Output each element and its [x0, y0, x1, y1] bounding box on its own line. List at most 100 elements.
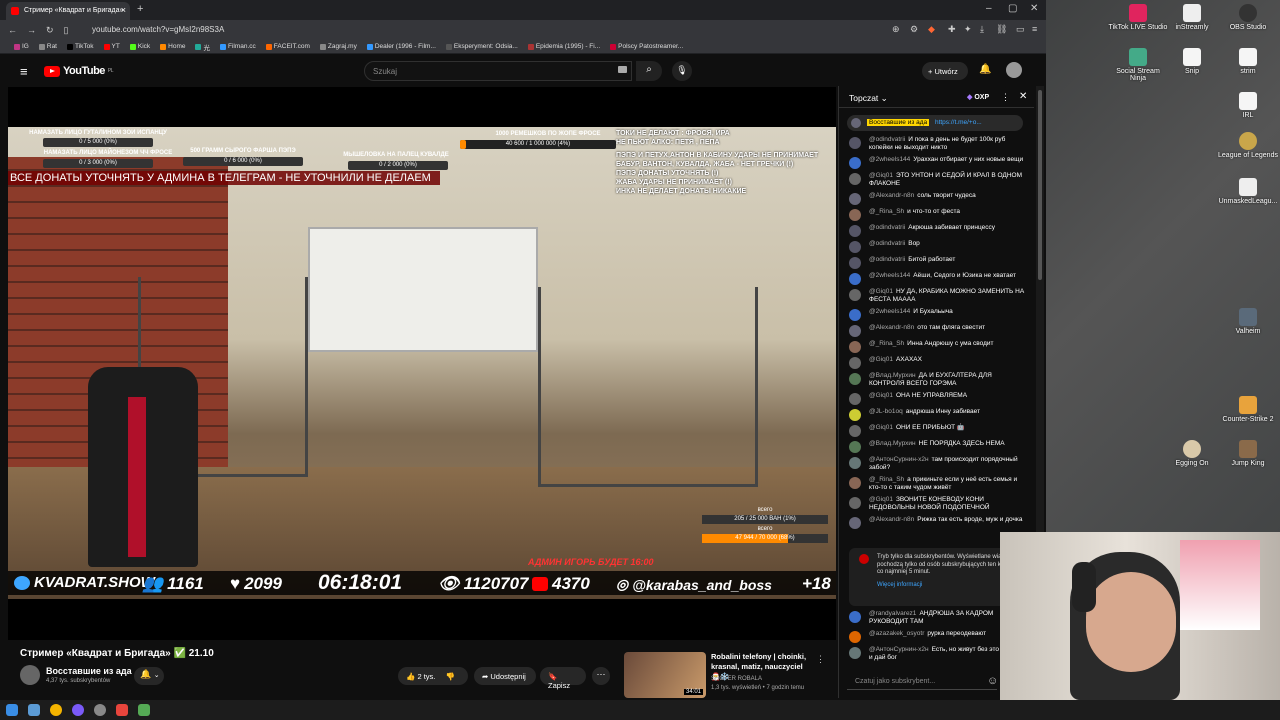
desktop-icon-unmasked[interactable]: UnmaskedLeagu...: [1218, 178, 1278, 205]
recommended-video[interactable]: 34:01 Robalini telefony | choinki, krasn…: [624, 652, 825, 698]
extension-icon[interactable]: ⚙: [910, 24, 918, 35]
bookmark-item[interactable]: IG: [14, 43, 29, 50]
avatar[interactable]: [849, 647, 861, 659]
back-icon[interactable]: ←: [8, 25, 17, 35]
avatar[interactable]: [849, 193, 861, 205]
chat-author[interactable]: @azazakek_osyotr: [869, 630, 924, 637]
avatar[interactable]: [849, 611, 861, 623]
extension-icon[interactable]: ⊕: [892, 24, 900, 35]
bookmark-item[interactable]: Epidemia (1995) - Fi...: [527, 43, 600, 50]
avatar[interactable]: [849, 157, 861, 169]
avatar[interactable]: [849, 209, 861, 221]
more-actions-button[interactable]: ⋯: [592, 667, 610, 685]
chat-author[interactable]: @_Rina_Sh: [869, 340, 904, 347]
chat-author[interactable]: @odindvatrii: [869, 136, 905, 143]
emoji-icon[interactable]: ☺: [987, 675, 998, 687]
obs-icon[interactable]: [94, 704, 106, 716]
like-button[interactable]: 👍 2 tys.: [406, 672, 435, 681]
close-tab-icon[interactable]: ×: [121, 5, 126, 15]
desktop-icon-instreamly[interactable]: inStreamly: [1162, 4, 1222, 31]
chat-author[interactable]: @randyalvarez1: [869, 610, 916, 617]
chat-author[interactable]: @Alexandr-n8n: [869, 516, 914, 523]
avatar[interactable]: [849, 325, 861, 337]
avatar[interactable]: [849, 441, 861, 453]
avatar[interactable]: [849, 393, 861, 405]
taskbar-app-icon[interactable]: [138, 704, 150, 716]
bookmark-item[interactable]: 光: [195, 42, 210, 52]
channel-avatar[interactable]: [20, 665, 40, 685]
desktop-icon-snip[interactable]: Snip: [1162, 48, 1222, 75]
bookmark-item[interactable]: TikTok: [67, 43, 94, 50]
wallet-icon[interactable]: ▭: [1016, 24, 1025, 35]
kebab-menu-icon[interactable]: ⋮: [1001, 92, 1010, 103]
oxp-badge[interactable]: ◆ OXP: [967, 93, 989, 101]
puzzle-icon[interactable]: ✦: [964, 24, 972, 35]
keyboard-icon[interactable]: [618, 66, 627, 73]
desktop-icon-irl[interactable]: IRL: [1218, 92, 1278, 119]
chat-author[interactable]: @JL-bo1oq: [869, 408, 903, 415]
url-field[interactable]: youtube.com/watch?v=gMsI2n98S3A: [92, 25, 224, 34]
channel-name[interactable]: Восставшие из ада: [46, 666, 132, 676]
close-icon[interactable]: ✕: [1019, 91, 1027, 102]
account-avatar[interactable]: [1006, 62, 1022, 78]
chat-author[interactable]: @2wheels144: [869, 272, 910, 279]
desktop-icon-strim[interactable]: strim: [1218, 48, 1278, 75]
chat-author[interactable]: @АнтонСурнин-х2н: [869, 456, 929, 463]
chat-mode-dropdown[interactable]: Topczat ⌄: [849, 93, 888, 104]
avatar[interactable]: [849, 309, 861, 321]
avatar[interactable]: [849, 631, 861, 643]
brave-icon[interactable]: [116, 704, 128, 716]
chat-author[interactable]: @Giq01: [869, 392, 893, 399]
avatar[interactable]: [849, 373, 861, 385]
bookmark-item[interactable]: Eksperyment: Odsia...: [445, 43, 518, 50]
chat-author[interactable]: @Giq01: [869, 288, 893, 295]
brave-shield-icon[interactable]: ◆: [928, 24, 935, 35]
bookmark-item[interactable]: Zagraj.my: [319, 43, 357, 50]
youtube-logo[interactable]: YouTube PL: [44, 65, 114, 77]
voice-search-button[interactable]: 🎙: [672, 61, 692, 81]
chat-author[interactable]: @Giq01: [869, 496, 893, 503]
scrollbar-thumb[interactable]: [1038, 90, 1042, 280]
chat-author[interactable]: @АнтонСурнин-х2н: [869, 646, 929, 653]
avatar[interactable]: [849, 225, 861, 237]
bookmark-item[interactable]: Polscy Patostreamer...: [610, 43, 683, 50]
bookmark-item[interactable]: FACEIT.com: [265, 43, 310, 50]
recommended-channel[interactable]: SHOTER ROBALA: [711, 676, 762, 682]
link-icon[interactable]: ⛓: [996, 24, 1007, 35]
bookmark-item[interactable]: Rat: [38, 43, 57, 50]
avatar[interactable]: [849, 517, 861, 529]
avatar[interactable]: [849, 241, 861, 253]
chat-author[interactable]: @Alexandr-n8n: [869, 324, 914, 331]
new-tab-icon[interactable]: +: [137, 3, 143, 15]
dislike-button[interactable]: 👎: [445, 672, 454, 681]
browser-tab[interactable]: Стример «Квадрат и Бригада» ×: [6, 2, 130, 20]
chat-author[interactable]: @Giq01: [869, 424, 893, 431]
minimize-icon[interactable]: –: [986, 3, 992, 14]
bookmark-item[interactable]: Filman.cc: [219, 43, 256, 50]
share-button[interactable]: ➦ Udostępnij: [474, 667, 536, 685]
search-button[interactable]: ⌕: [636, 61, 662, 81]
kebab-menu-icon[interactable]: ⋮: [816, 654, 825, 665]
avatar[interactable]: [849, 457, 861, 469]
notifications-bell-icon[interactable]: 🔔: [979, 64, 991, 75]
chat-author[interactable]: @Alexandr-n8n: [869, 192, 914, 199]
chrome-icon[interactable]: [50, 704, 62, 716]
close-window-icon[interactable]: ✕: [1030, 3, 1038, 14]
chat-author[interactable]: @Влад.Мурхин: [869, 372, 916, 379]
desktop-icon-valheim[interactable]: Valheim: [1218, 308, 1278, 335]
create-button[interactable]: + Utwórz: [922, 62, 968, 80]
chat-author[interactable]: @odindvatrii: [869, 240, 905, 247]
chat-input[interactable]: Czatuj jako subskrybent...: [847, 674, 997, 690]
avatar[interactable]: [849, 497, 861, 509]
bookmark-item[interactable]: Dealer (1996 - Film...: [366, 43, 436, 50]
desktop-icon-social-stream-ninja[interactable]: Social Stream Ninja: [1108, 48, 1168, 82]
avatar[interactable]: [849, 273, 861, 285]
bookmark-item[interactable]: YT: [103, 43, 120, 50]
chat-author[interactable]: @_Rina_Sh: [869, 208, 904, 215]
bookmark-page-icon[interactable]: ▯: [64, 25, 69, 36]
chat-author[interactable]: @2wheels144: [869, 308, 910, 315]
avatar[interactable]: [849, 357, 861, 369]
desktop-icon-jump-king[interactable]: Jump King: [1218, 440, 1278, 467]
taskbar-app-icon[interactable]: [72, 704, 84, 716]
chat-author[interactable]: @Влад.Мурхин: [869, 440, 916, 447]
